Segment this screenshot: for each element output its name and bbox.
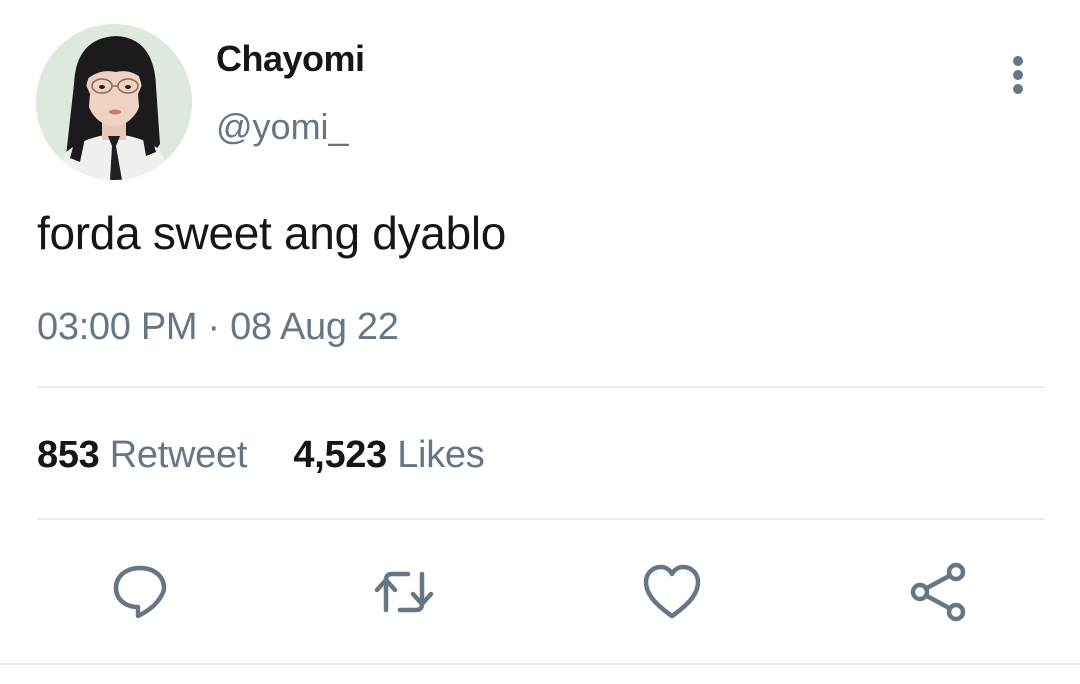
tweet-text: forda sweet ang dyablo [37,207,507,259]
retweet-stat[interactable]: 853 Retweet [37,434,247,477]
likes-label: Likes [397,434,485,476]
share-icon [910,562,966,622]
divider [37,386,1044,388]
divider [0,663,1080,665]
display-name[interactable]: Chayomi [216,38,365,80]
retweet-button[interactable] [372,560,436,624]
avatar-image [36,24,192,180]
vertical-ellipsis-icon [1013,56,1023,94]
speech-bubble-icon [113,565,167,619]
likes-count: 4,523 [293,434,387,476]
likes-stat[interactable]: 4,523 Likes [293,434,484,477]
heart-icon [643,564,701,619]
retweet-label: Retweet [109,434,248,476]
avatar[interactable] [36,24,192,180]
like-button[interactable] [640,560,704,624]
retweet-count: 853 [37,434,100,476]
share-button[interactable] [906,560,970,624]
tweet-stats: 853 Retweet 4,523 Likes [37,434,485,477]
tweet-timestamp[interactable]: 03:00 PM · 08 Aug 22 [37,306,399,349]
reply-button[interactable] [108,560,172,624]
more-options-button[interactable] [996,52,1040,98]
divider [37,518,1044,520]
user-handle[interactable]: @yomi_ [216,106,349,148]
retweet-icon [374,571,434,613]
tweet-card: Chayomi @yomi_ forda sweet ang dyablo 03… [0,0,1080,684]
